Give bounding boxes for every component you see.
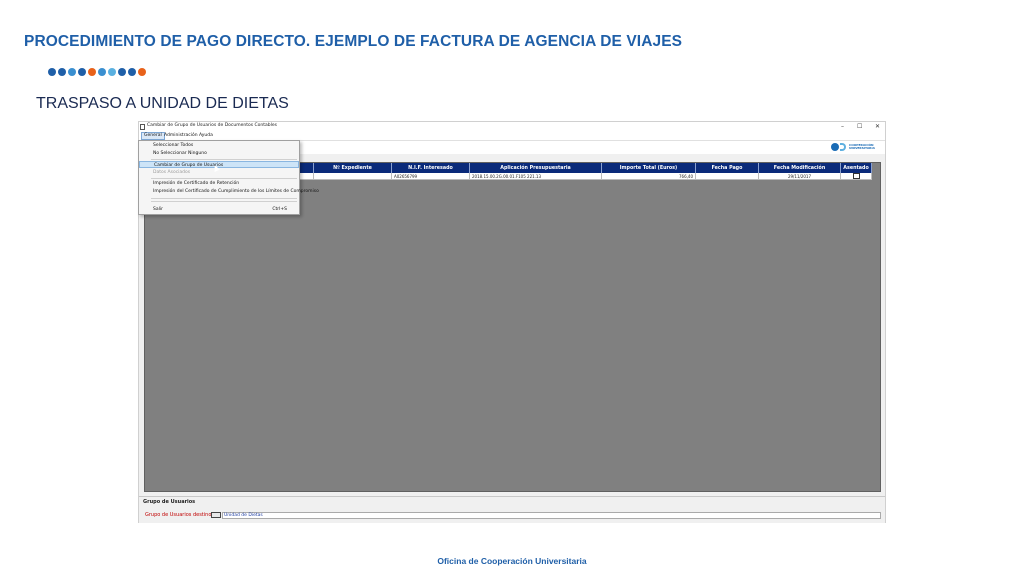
- decorative-dots: [48, 68, 146, 76]
- group-panel: Grupo de Usuarios Grupo de Usuarios dest…: [139, 496, 885, 523]
- logo-text: COOPERACIÓN UNIVERSITARIA: [849, 142, 875, 150]
- maximize-button[interactable]: ☐: [857, 122, 862, 132]
- footer-text: Oficina de Cooperación Universitaria: [437, 556, 587, 566]
- decorative-dot-icon: [68, 68, 76, 76]
- general-dropdown-menu: Seleccionar Todos No Seleccionar Ninguno…: [138, 140, 319, 215]
- decorative-dot-icon: [78, 68, 86, 76]
- window-titlebar: Cambiar de Grupo de Usuarios de Document…: [139, 122, 885, 132]
- group-select-button[interactable]: [211, 512, 221, 518]
- header-nif[interactable]: N.I.F. Interesado: [392, 163, 470, 173]
- dd-separator: [151, 201, 297, 202]
- menu-administracion[interactable]: Administración: [162, 133, 200, 138]
- decorative-dot-icon: [138, 68, 146, 76]
- dd-seleccionar-todos[interactable]: Seleccionar Todos: [139, 142, 299, 149]
- window-title: Cambiar de Grupo de Usuarios de Document…: [147, 123, 278, 128]
- cell-fecha-modificacion: 29/11/2017: [759, 173, 841, 180]
- decorative-dot-icon: [88, 68, 96, 76]
- logo: COOPERACIÓN UNIVERSITARIA: [831, 142, 875, 152]
- group-destination-label: Grupo de Usuarios destino: [145, 512, 212, 518]
- dd-salir-shortcut: Ctrl+S: [272, 207, 287, 212]
- dd-separator: [151, 178, 297, 179]
- header-fecha-pago[interactable]: Fecha Pago: [696, 163, 759, 173]
- group-title: Grupo de Usuarios: [143, 499, 196, 505]
- dd-salir[interactable]: Salir Ctrl+S: [139, 206, 299, 213]
- cell-expediente: [314, 173, 392, 180]
- dd-datos-asociados: Datos Asociados: [153, 170, 191, 175]
- dd-separator: [151, 198, 297, 199]
- decorative-dot-icon: [48, 68, 56, 76]
- header-expediente[interactable]: Nº Expediente: [314, 163, 392, 173]
- dd-no-seleccionar[interactable]: No Seleccionar Ninguno: [139, 150, 299, 157]
- decorative-dot-icon: [108, 68, 116, 76]
- logo-arc-icon: [840, 143, 846, 151]
- cell-fecha-pago: [696, 173, 759, 180]
- slide-title: PROCEDIMIENTO DE PAGO DIRECTO. EJEMPLO D…: [24, 33, 683, 50]
- menu-ayuda[interactable]: Ayuda: [197, 133, 215, 138]
- header-asentado[interactable]: Asentado: [841, 163, 872, 173]
- cell-nif: A02656799: [392, 173, 470, 180]
- logo-circle-icon: [831, 143, 839, 151]
- header-fecha-modificacion[interactable]: Fecha Modificación: [759, 163, 841, 173]
- cell-aplicacion: 2018.15.00.2G.00.01.F105 221.13: [470, 173, 602, 180]
- slide-subtitle: TRASPASO A UNIDAD DE DIETAS: [36, 95, 289, 112]
- header-importe[interactable]: Importe Total (Euros): [602, 163, 696, 173]
- group-destination-field[interactable]: Unidad de Dietas: [222, 512, 881, 519]
- decorative-dot-icon: [118, 68, 126, 76]
- cell-asentado: [841, 173, 872, 180]
- close-button[interactable]: ✕: [875, 122, 880, 132]
- dd-certificado-retencion[interactable]: Impresión de Certificado de Retención: [139, 180, 299, 187]
- app-icon: [140, 124, 145, 130]
- decorative-dot-icon: [98, 68, 106, 76]
- decorative-dot-icon: [58, 68, 66, 76]
- decorative-dot-icon: [128, 68, 136, 76]
- header-aplicacion[interactable]: Aplicación Presupuestaria: [470, 163, 602, 173]
- minimize-button[interactable]: –: [841, 122, 844, 132]
- cell-importe: 766,40: [602, 173, 696, 180]
- dd-separator: [151, 159, 297, 160]
- dd-certificado-cumplimiento[interactable]: Impresión del Certificado de Cumplimient…: [139, 188, 319, 195]
- asentado-checkbox[interactable]: [852, 173, 860, 179]
